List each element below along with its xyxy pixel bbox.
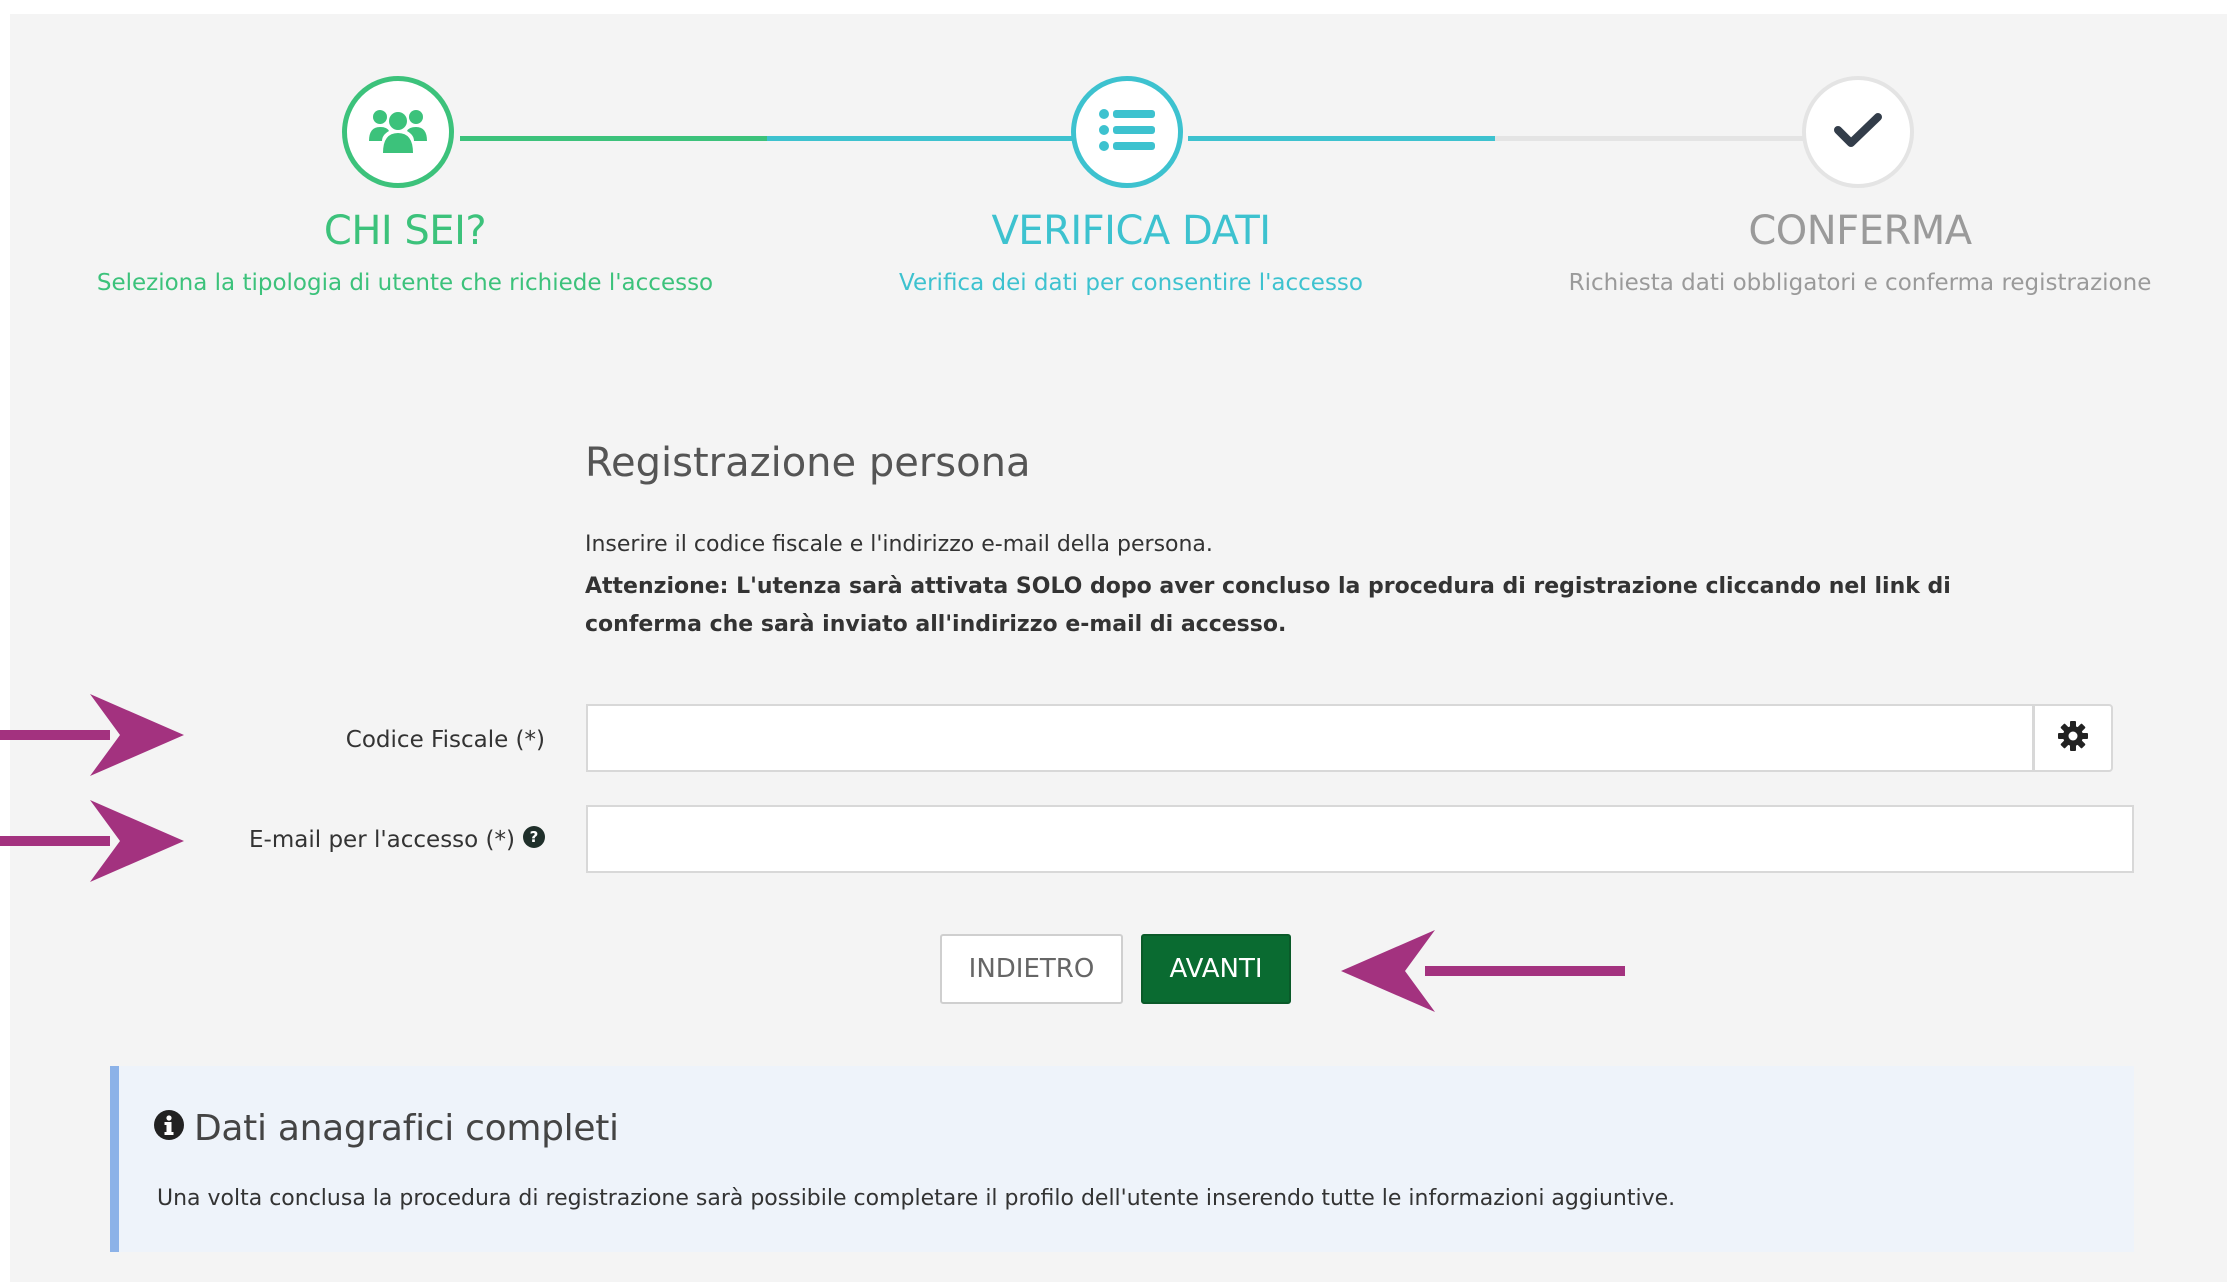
info-title-text: Dati anagrafici completi <box>194 1108 619 1149</box>
info-title: Dati anagrafici completi <box>154 1108 619 1149</box>
annotation-arrow-next <box>1341 930 1625 1012</box>
info-text: Una volta conclusa la procedura di regis… <box>157 1186 1676 1211</box>
email-field[interactable] <box>586 805 2134 873</box>
users-icon <box>368 105 428 159</box>
email-label: E-mail per l'accesso (*) ? <box>160 820 545 860</box>
svg-text:?: ? <box>530 828 539 846</box>
step-2-title: VERIFICA DATI <box>991 208 1271 254</box>
step-2-circle[interactable] <box>1071 76 1183 188</box>
step-1-title: CHI SEI? <box>323 208 487 254</box>
list-icon <box>1099 108 1155 156</box>
annotation-arrow-codice-fiscale <box>0 694 184 776</box>
page-title: Registrazione persona <box>585 440 1031 486</box>
step-2-subtitle: Verifica dei dati per consentire l'acces… <box>899 270 1363 296</box>
annotation-arrow-email <box>0 800 184 882</box>
question-circle-icon[interactable]: ? <box>523 826 545 854</box>
back-button[interactable]: INDIETRO <box>940 934 1123 1004</box>
step-3-circle[interactable] <box>1802 76 1914 188</box>
step-connector-3 <box>1188 136 1495 141</box>
email-label-text: E-mail per l'accesso (*) <box>249 827 515 853</box>
step-connector-1 <box>460 136 767 141</box>
check-icon <box>1834 112 1882 152</box>
form-warning: Attenzione: L'utenza sarà attivata SOLO … <box>585 574 1951 637</box>
step-1-circle[interactable] <box>342 76 454 188</box>
codice-fiscale-label-text: Codice Fiscale (*) <box>345 727 545 753</box>
step-3-subtitle: Richiesta dati obbligatori e conferma re… <box>1568 270 2152 296</box>
step-connector-2 <box>767 136 1077 141</box>
step-3-title: CONFERMA <box>1748 208 1972 254</box>
form-description: Inserire il codice fiscale e l'indirizzo… <box>585 532 1213 557</box>
next-button[interactable]: AVANTI <box>1141 934 1291 1004</box>
codice-fiscale-settings-button[interactable] <box>2033 704 2113 772</box>
step-connector-4 <box>1495 136 1805 141</box>
info-box: Dati anagrafici completi Una volta concl… <box>110 1066 2134 1252</box>
step-1-subtitle: Seleziona la tipologia di utente che ric… <box>96 270 714 296</box>
info-circle-icon <box>154 1108 184 1149</box>
gear-icon <box>2058 721 2088 755</box>
codice-fiscale-label: Codice Fiscale (*) <box>200 720 545 760</box>
codice-fiscale-input[interactable] <box>586 704 2034 772</box>
